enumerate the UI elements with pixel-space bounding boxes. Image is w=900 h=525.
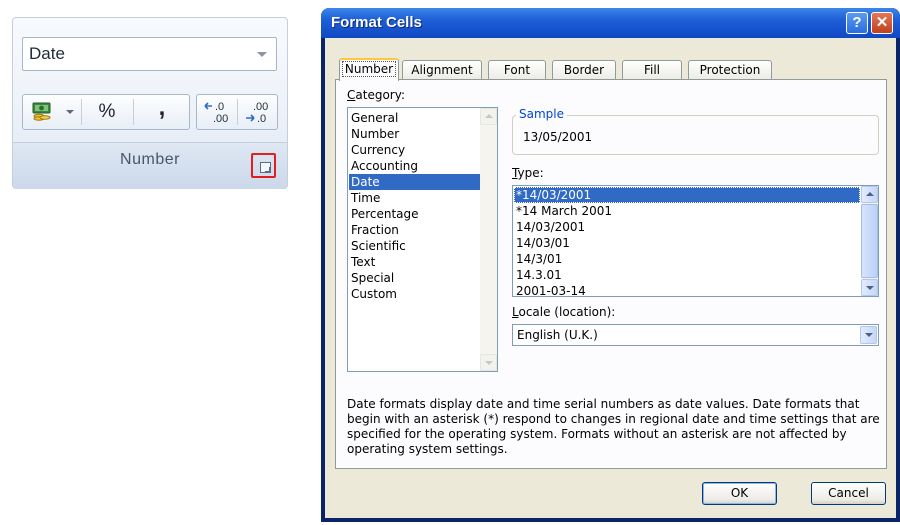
svg-text:.00: .00 (213, 113, 228, 125)
scroll-down-button[interactable] (861, 279, 878, 296)
number-tab-panel: Category: General Number Currency Accoun… (335, 79, 887, 469)
list-item[interactable]: Special (349, 270, 480, 286)
list-item-selected[interactable]: Date (349, 174, 480, 190)
separator (133, 99, 134, 125)
comma-label: , (158, 94, 166, 121)
list-item[interactable]: *14 March 2001 (514, 203, 860, 219)
list-item[interactable]: 14/3/01 (514, 251, 860, 267)
locale-dropdown-button[interactable] (860, 326, 877, 344)
type-label: Type: (512, 166, 544, 180)
chevron-down-icon[interactable] (257, 52, 267, 57)
locale-label: Locale (location): (512, 305, 616, 319)
svg-text:.0: .0 (257, 113, 266, 125)
format-description: Date formats display date and time seria… (347, 397, 880, 456)
list-item[interactable]: Fraction (349, 222, 480, 238)
accounting-format-dropdown[interactable] (63, 95, 77, 129)
type-list[interactable]: *14/03/2001 *14 March 2001 14/03/2001 14… (512, 185, 879, 299)
decrease-decimal-button[interactable]: .00 .0 (239, 95, 276, 129)
dialog-title: Format Cells (331, 14, 422, 31)
tab-label: Fill (643, 63, 661, 77)
ribbon-group-label: Number (120, 151, 180, 168)
sample-value: 13/05/2001 (523, 130, 593, 144)
list-item[interactable]: General (349, 110, 480, 126)
locale-value: English (U.K.) (517, 328, 598, 342)
accounting-format-icon (32, 102, 51, 121)
category-label: Category: (347, 88, 405, 102)
number-format-value: Date (29, 44, 65, 63)
help-button[interactable]: ? (846, 12, 868, 34)
increase-decimal-button[interactable]: .0 .00 (199, 95, 236, 129)
list-item[interactable]: Custom (349, 286, 480, 302)
tab-protection[interactable]: Protection (688, 60, 772, 80)
chevron-up-icon (485, 114, 493, 118)
dialog-body: Number Alignment Font Border Fill Protec… (325, 38, 896, 518)
category-list[interactable]: General Number Currency Accounting Date … (347, 107, 498, 372)
list-item[interactable]: 14/03/01 (514, 235, 860, 251)
list-item[interactable]: Text (349, 254, 480, 270)
chevron-down-icon (66, 110, 74, 114)
scroll-down-button[interactable] (480, 354, 497, 371)
type-scrollbar[interactable] (861, 186, 878, 296)
tab-fill[interactable]: Fill (622, 60, 682, 80)
list-item[interactable]: 2001-03-14 (514, 283, 860, 299)
number-format-dropdown[interactable]: Date (22, 37, 277, 71)
tab-label: Protection (699, 63, 761, 77)
decrease-decimal-icon: .00 .0 (245, 101, 268, 125)
increase-decimal-icon: .0 .00 (203, 101, 228, 125)
tab-alignment[interactable]: Alignment (402, 60, 482, 80)
chevron-down-icon (865, 333, 873, 337)
format-cells-dialog: Format Cells ? ✕ Number Alignment Font B… (321, 8, 900, 522)
list-item[interactable]: Accounting (349, 158, 480, 174)
tab-number[interactable]: Number (339, 58, 399, 81)
list-item[interactable]: Scientific (349, 238, 480, 254)
chevron-down-icon (866, 286, 874, 290)
locale-dropdown[interactable]: English (U.K.) (512, 324, 879, 346)
svg-text:.0: .0 (215, 101, 224, 113)
scroll-up-button[interactable] (480, 108, 497, 125)
percent-label: % (98, 101, 116, 122)
list-item[interactable]: 14.3.01 (514, 267, 860, 283)
help-icon: ? (852, 14, 862, 31)
tab-label: Number (341, 61, 397, 77)
scroll-thumb[interactable] (861, 204, 878, 278)
list-item[interactable]: Time (349, 190, 480, 206)
tab-label: Border (563, 63, 605, 77)
close-icon: ✕ (875, 14, 889, 31)
dialog-launcher-icon (260, 162, 271, 173)
separator (81, 99, 82, 125)
accounting-format-button[interactable] (27, 95, 61, 129)
tab-font[interactable]: Font (488, 60, 546, 80)
separator (237, 99, 238, 125)
tab-label: Font (503, 63, 531, 77)
list-item[interactable]: Number (349, 126, 480, 142)
sample-label: Sample (516, 107, 567, 121)
list-item[interactable]: Currency (349, 142, 480, 158)
number-format-buttons: % , (22, 94, 190, 130)
chevron-up-icon (866, 192, 874, 196)
list-item-selected[interactable]: *14/03/2001 (514, 187, 860, 203)
percent-style-button[interactable]: % (85, 95, 129, 129)
comma-style-button[interactable]: , (137, 94, 187, 129)
dialog-launcher-button[interactable] (251, 153, 276, 178)
tab-label: Alignment (411, 63, 473, 77)
ribbon-number-group: Date % , .0 .00 .00 .0 Number (12, 17, 288, 189)
tab-border[interactable]: Border (552, 60, 616, 80)
cancel-button[interactable]: Cancel (811, 482, 886, 505)
chevron-down-icon (485, 361, 493, 365)
close-button[interactable]: ✕ (871, 12, 893, 34)
list-item[interactable]: 14/03/2001 (514, 219, 860, 235)
category-scrollbar[interactable] (480, 108, 497, 371)
svg-text:.00: .00 (253, 101, 268, 113)
scroll-up-button[interactable] (861, 186, 878, 203)
ok-button[interactable]: OK (702, 482, 777, 505)
list-item[interactable]: Percentage (349, 206, 480, 222)
decimal-buttons: .0 .00 .00 .0 (196, 94, 278, 130)
dialog-titlebar[interactable]: Format Cells ? ✕ (321, 8, 900, 38)
